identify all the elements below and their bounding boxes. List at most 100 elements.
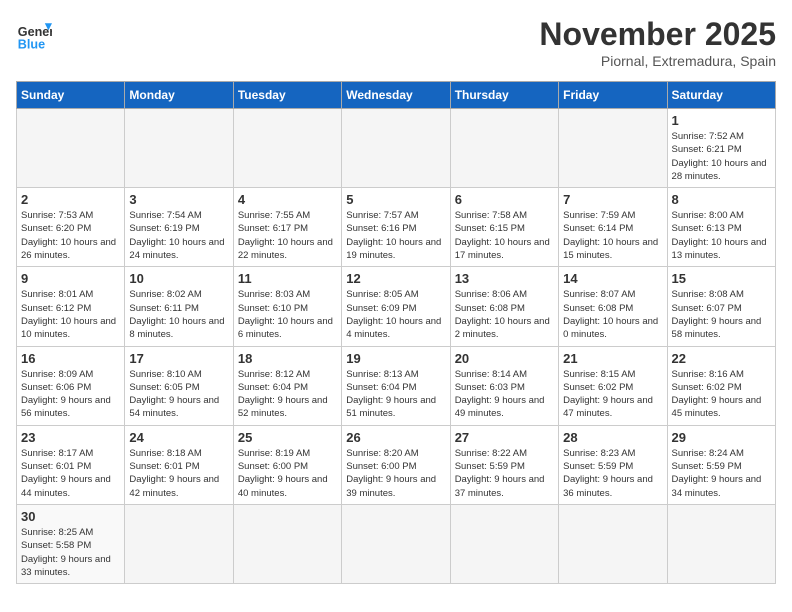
table-row: 25 Sunrise: 8:19 AM Sunset: 6:00 PM Dayli… <box>233 425 341 504</box>
day-info: Sunrise: 8:22 AM Sunset: 5:59 PM Dayligh… <box>455 447 554 500</box>
table-row: 22Sunrise: 8:16 AM Sunset: 6:02 PM Dayli… <box>667 346 775 425</box>
day-info: Sunrise: 8:13 AM Sunset: 6:04 PM Dayligh… <box>346 368 445 421</box>
table-row <box>450 109 558 188</box>
calendar-row: 30 Sunrise: 8:25 AM Sunset: 5:58 PM Dayli… <box>17 504 776 583</box>
table-row: 16Sunrise: 8:09 AM Sunset: 6:06 PM Dayli… <box>17 346 125 425</box>
logo: General Blue <box>16 16 52 52</box>
day-info: Sunrise: 8:02 AM Sunset: 6:11 PM Dayligh… <box>129 288 228 341</box>
day-number: 14 <box>563 271 662 286</box>
header-monday: Monday <box>125 82 233 109</box>
calendar-table: Sunday Monday Tuesday Wednesday Thursday… <box>16 81 776 584</box>
table-row: 17 Sunrise: 8:10 AM Sunset: 6:05 PM Dayli… <box>125 346 233 425</box>
day-info: Sunrise: 7:54 AM Sunset: 6:19 PM Dayligh… <box>129 209 228 262</box>
day-number: 17 <box>129 351 228 366</box>
day-number: 6 <box>455 192 554 207</box>
day-info: Sunrise: 8:20 AM Sunset: 6:00 PM Dayligh… <box>346 447 445 500</box>
day-number: 7 <box>563 192 662 207</box>
day-info: Sunrise: 7:58 AM Sunset: 6:15 PM Dayligh… <box>455 209 554 262</box>
logo-icon: General Blue <box>16 16 52 52</box>
table-row: 29Sunrise: 8:24 AM Sunset: 5:59 PM Dayli… <box>667 425 775 504</box>
header-friday: Friday <box>559 82 667 109</box>
table-row: 18 Sunrise: 8:12 AM Sunset: 6:04 PM Dayli… <box>233 346 341 425</box>
day-info: Sunrise: 8:18 AM Sunset: 6:01 PM Dayligh… <box>129 447 228 500</box>
day-info: Sunrise: 8:07 AM Sunset: 6:08 PM Dayligh… <box>563 288 662 341</box>
table-row <box>342 109 450 188</box>
day-number: 30 <box>21 509 120 524</box>
day-info: Sunrise: 7:53 AM Sunset: 6:20 PM Dayligh… <box>21 209 120 262</box>
table-row: 2 Sunrise: 7:53 AM Sunset: 6:20 PM Daylig… <box>17 188 125 267</box>
calendar-row: 9 Sunrise: 8:01 AM Sunset: 6:12 PM Daylig… <box>17 267 776 346</box>
day-number: 1 <box>672 113 771 128</box>
day-info: Sunrise: 8:14 AM Sunset: 6:03 PM Dayligh… <box>455 368 554 421</box>
day-number: 2 <box>21 192 120 207</box>
table-row <box>559 504 667 583</box>
table-row: 13Sunrise: 8:06 AM Sunset: 6:08 PM Dayli… <box>450 267 558 346</box>
calendar-row: 2 Sunrise: 7:53 AM Sunset: 6:20 PM Daylig… <box>17 188 776 267</box>
table-row: 8 Sunrise: 8:00 AM Sunset: 6:13 PM Daylig… <box>667 188 775 267</box>
day-info: Sunrise: 8:25 AM Sunset: 5:58 PM Dayligh… <box>21 526 120 579</box>
table-row: 15 Sunrise: 8:08 AM Sunset: 6:07 PM Dayli… <box>667 267 775 346</box>
table-row: 14 Sunrise: 8:07 AM Sunset: 6:08 PM Dayli… <box>559 267 667 346</box>
table-row: 12Sunrise: 8:05 AM Sunset: 6:09 PM Dayli… <box>342 267 450 346</box>
day-info: Sunrise: 7:55 AM Sunset: 6:17 PM Dayligh… <box>238 209 337 262</box>
day-number: 28 <box>563 430 662 445</box>
table-row <box>233 504 341 583</box>
day-info: Sunrise: 8:15 AM Sunset: 6:02 PM Dayligh… <box>563 368 662 421</box>
day-number: 8 <box>672 192 771 207</box>
calendar-row: 23Sunrise: 8:17 AM Sunset: 6:01 PM Dayli… <box>17 425 776 504</box>
day-number: 18 <box>238 351 337 366</box>
day-number: 21 <box>563 351 662 366</box>
day-info: Sunrise: 8:10 AM Sunset: 6:05 PM Dayligh… <box>129 368 228 421</box>
day-info: Sunrise: 8:24 AM Sunset: 5:59 PM Dayligh… <box>672 447 771 500</box>
header-thursday: Thursday <box>450 82 558 109</box>
table-row <box>559 109 667 188</box>
table-row: 20Sunrise: 8:14 AM Sunset: 6:03 PM Dayli… <box>450 346 558 425</box>
day-info: Sunrise: 8:16 AM Sunset: 6:02 PM Dayligh… <box>672 368 771 421</box>
weekday-header-row: Sunday Monday Tuesday Wednesday Thursday… <box>17 82 776 109</box>
table-row: 19Sunrise: 8:13 AM Sunset: 6:04 PM Dayli… <box>342 346 450 425</box>
day-info: Sunrise: 8:08 AM Sunset: 6:07 PM Dayligh… <box>672 288 771 341</box>
day-number: 12 <box>346 271 445 286</box>
header-wednesday: Wednesday <box>342 82 450 109</box>
svg-text:Blue: Blue <box>18 37 45 51</box>
day-number: 11 <box>238 271 337 286</box>
day-number: 16 <box>21 351 120 366</box>
day-info: Sunrise: 7:59 AM Sunset: 6:14 PM Dayligh… <box>563 209 662 262</box>
day-number: 24 <box>129 430 228 445</box>
day-number: 4 <box>238 192 337 207</box>
location-title: Piornal, Extremadura, Spain <box>539 53 776 69</box>
day-info: Sunrise: 7:57 AM Sunset: 6:16 PM Dayligh… <box>346 209 445 262</box>
table-row: 27 Sunrise: 8:22 AM Sunset: 5:59 PM Dayli… <box>450 425 558 504</box>
table-row: 4 Sunrise: 7:55 AM Sunset: 6:17 PM Daylig… <box>233 188 341 267</box>
day-info: Sunrise: 8:00 AM Sunset: 6:13 PM Dayligh… <box>672 209 771 262</box>
calendar-row: 1 Sunrise: 7:52 AM Sunset: 6:21 PM Daylig… <box>17 109 776 188</box>
table-row: 11 Sunrise: 8:03 AM Sunset: 6:10 PM Dayli… <box>233 267 341 346</box>
day-number: 3 <box>129 192 228 207</box>
table-row: 28Sunrise: 8:23 AM Sunset: 5:59 PM Dayli… <box>559 425 667 504</box>
table-row: 21 Sunrise: 8:15 AM Sunset: 6:02 PM Dayli… <box>559 346 667 425</box>
table-row <box>125 109 233 188</box>
day-number: 26 <box>346 430 445 445</box>
day-number: 25 <box>238 430 337 445</box>
day-number: 15 <box>672 271 771 286</box>
table-row: 5Sunrise: 7:57 AM Sunset: 6:16 PM Daylig… <box>342 188 450 267</box>
day-number: 23 <box>21 430 120 445</box>
calendar-row: 16Sunrise: 8:09 AM Sunset: 6:06 PM Dayli… <box>17 346 776 425</box>
day-info: Sunrise: 7:52 AM Sunset: 6:21 PM Dayligh… <box>672 130 771 183</box>
day-number: 9 <box>21 271 120 286</box>
table-row: 24 Sunrise: 8:18 AM Sunset: 6:01 PM Dayli… <box>125 425 233 504</box>
table-row: 9 Sunrise: 8:01 AM Sunset: 6:12 PM Daylig… <box>17 267 125 346</box>
title-area: November 2025 Piornal, Extremadura, Spai… <box>539 16 776 69</box>
day-number: 27 <box>455 430 554 445</box>
day-info: Sunrise: 8:03 AM Sunset: 6:10 PM Dayligh… <box>238 288 337 341</box>
table-row <box>342 504 450 583</box>
header-saturday: Saturday <box>667 82 775 109</box>
table-row <box>233 109 341 188</box>
day-info: Sunrise: 8:01 AM Sunset: 6:12 PM Dayligh… <box>21 288 120 341</box>
day-info: Sunrise: 8:06 AM Sunset: 6:08 PM Dayligh… <box>455 288 554 341</box>
month-title: November 2025 <box>539 16 776 53</box>
day-info: Sunrise: 8:12 AM Sunset: 6:04 PM Dayligh… <box>238 368 337 421</box>
header-tuesday: Tuesday <box>233 82 341 109</box>
table-row <box>125 504 233 583</box>
day-info: Sunrise: 8:19 AM Sunset: 6:00 PM Dayligh… <box>238 447 337 500</box>
